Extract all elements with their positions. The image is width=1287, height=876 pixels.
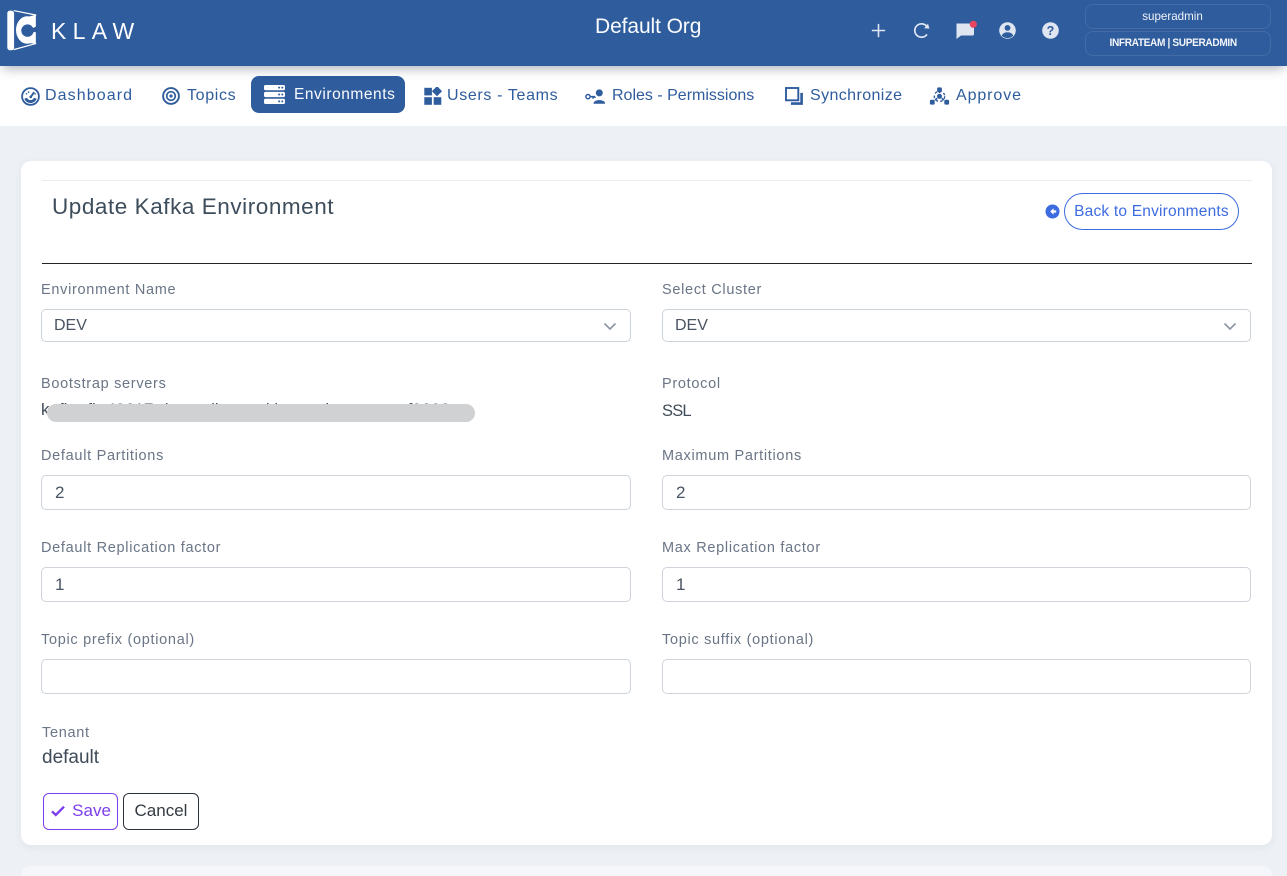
svg-text:?: ? bbox=[1047, 24, 1055, 38]
